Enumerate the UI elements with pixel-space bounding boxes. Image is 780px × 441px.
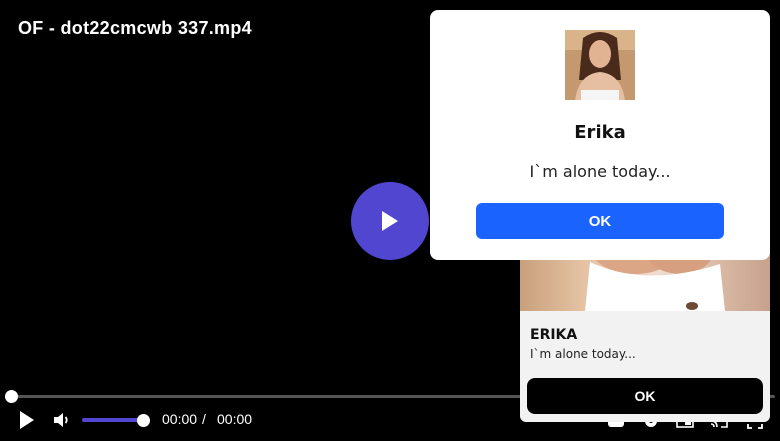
message-modal: Erika I`m alone today... OK — [430, 10, 770, 260]
modal-name: Erika — [574, 122, 626, 143]
time-separator: / — [202, 411, 206, 427]
current-time: 00:00 — [162, 411, 198, 427]
notification-message: I`m alone today... — [530, 347, 636, 361]
total-time: 00:00 — [217, 411, 253, 427]
modal-message: I`m alone today... — [529, 162, 671, 181]
notification-ok-button[interactable]: OK — [527, 378, 763, 414]
play-button[interactable] — [16, 409, 38, 431]
play-icon — [20, 411, 34, 429]
big-play-button[interactable] — [351, 182, 429, 260]
volume-handle[interactable] — [137, 414, 150, 427]
mute-button[interactable] — [51, 409, 73, 431]
video-title: OF - dot22cmcwb 337.mp4 — [18, 18, 252, 38]
notification-card: ERIKA I`m alone today... OK — [520, 240, 770, 422]
modal-ok-button[interactable]: OK — [476, 203, 724, 239]
avatar — [565, 30, 635, 100]
notification-name: ERIKA — [530, 327, 578, 343]
volume-icon — [54, 413, 68, 427]
progress-handle[interactable] — [5, 390, 18, 403]
play-icon — [382, 211, 398, 231]
